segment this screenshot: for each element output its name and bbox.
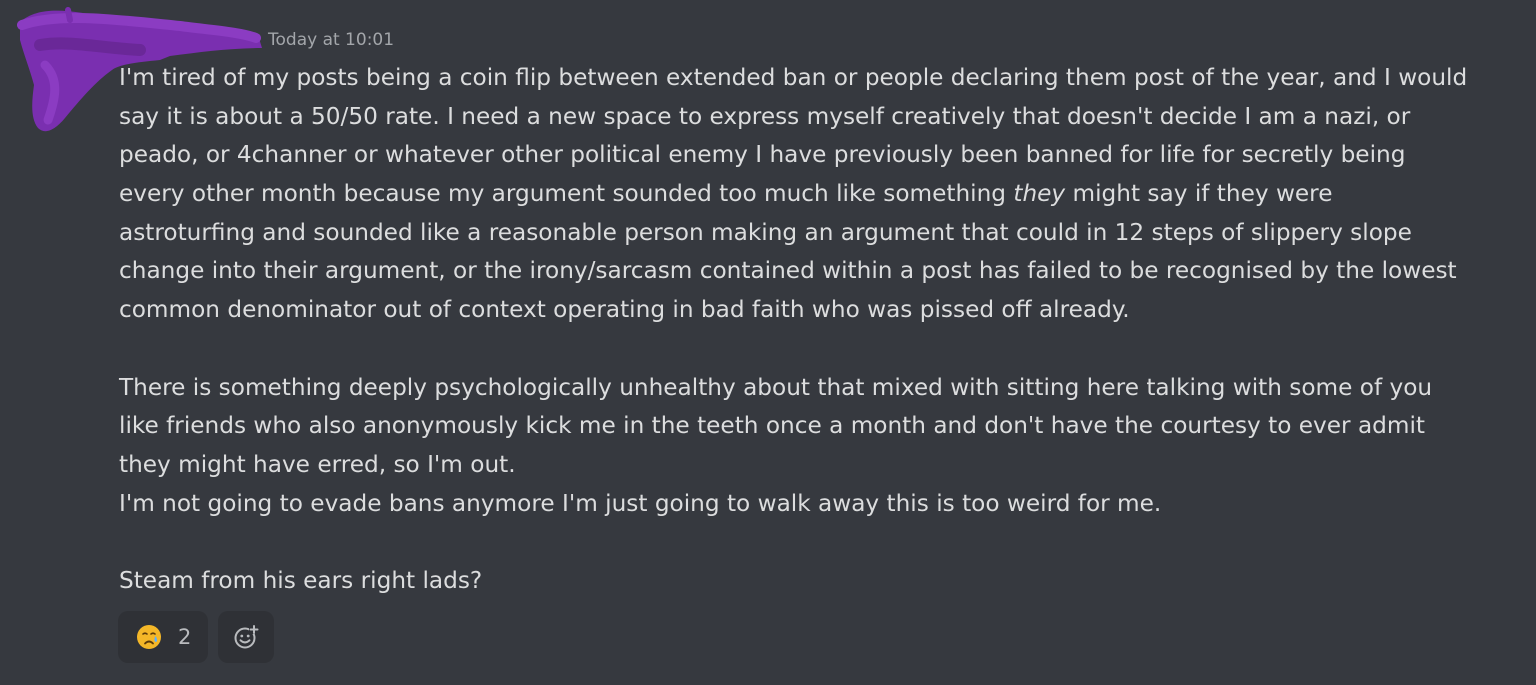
reaction-count: 2 bbox=[178, 625, 192, 649]
crying-face-emoji-icon bbox=[137, 625, 161, 649]
reactions-bar: 2 bbox=[118, 611, 274, 663]
message-italic-text: they bbox=[1013, 180, 1066, 208]
message-line: common denominator out of context operat… bbox=[119, 296, 1130, 324]
message-text: might say if they were bbox=[1065, 180, 1333, 208]
add-reaction-button[interactable] bbox=[218, 611, 274, 663]
message-line: peado, or 4channer or whatever other pol… bbox=[119, 141, 1406, 169]
reaction-crying-face[interactable]: 2 bbox=[118, 611, 208, 663]
add-reaction-icon bbox=[234, 625, 259, 649]
message-content: I'm tired of my posts being a coin flip … bbox=[119, 59, 1519, 601]
message-text: every other month because my argument so… bbox=[119, 180, 1014, 208]
message-line: change into their argument, or the irony… bbox=[119, 257, 1457, 285]
chat-message: Today at 10:01 I'm tired of my posts bei… bbox=[0, 0, 1536, 685]
message-line: every other month because my argument so… bbox=[119, 175, 1519, 214]
message-line: say it is about a 50/50 rate. I need a n… bbox=[119, 102, 1411, 130]
message-line: I'm not going to evade bans anymore I'm … bbox=[119, 489, 1162, 517]
message-line: they might have erred, so I'm out. bbox=[119, 450, 516, 478]
message-line: astroturfing and sounded like a reasonab… bbox=[119, 218, 1412, 246]
message-line: like friends who also anonymously kick m… bbox=[119, 412, 1425, 440]
message-line: I'm tired of my posts being a coin flip … bbox=[119, 64, 1468, 91]
message-line: There is something deeply psychologicall… bbox=[119, 373, 1433, 401]
message-line: Steam from his ears right lads? bbox=[119, 566, 483, 594]
message-timestamp[interactable]: Today at 10:01 bbox=[268, 30, 394, 50]
